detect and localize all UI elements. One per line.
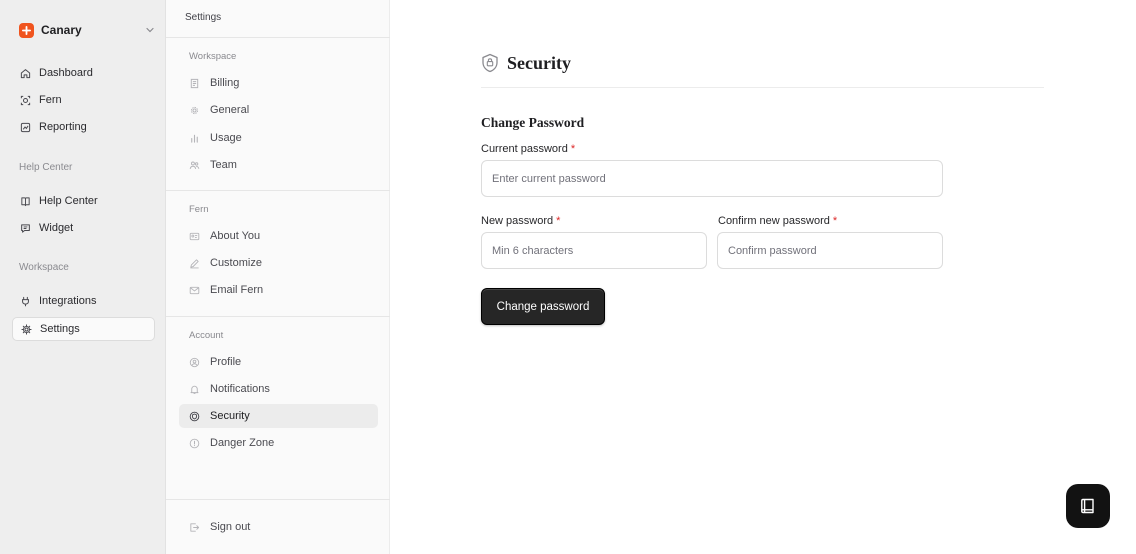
change-password-button[interactable]: Change password [481, 288, 605, 325]
settings-item-billing[interactable]: Billing [179, 71, 378, 95]
label-text: Confirm new password [718, 215, 830, 227]
log-out-icon [190, 522, 200, 532]
gear-icon [190, 106, 199, 114]
divider [166, 316, 390, 317]
main-content: Security Change Password Current passwor… [390, 0, 1136, 554]
app-sidebar: Canary Dashboard Fern Reporting Help Cen… [0, 0, 166, 554]
settings-item-about-you[interactable]: About You [179, 224, 378, 248]
confirm-password-input[interactable] [717, 232, 943, 269]
book-icon [21, 196, 30, 206]
pencil-icon [190, 258, 199, 268]
settings-title: Settings [185, 12, 222, 23]
required-marker: * [556, 215, 561, 227]
settings-item-customize[interactable]: Customize [179, 251, 378, 275]
section-title: Change Password [481, 115, 585, 130]
page-header: Security [481, 52, 1044, 88]
settings-item-notifications[interactable]: Notifications [179, 377, 378, 401]
divider [166, 37, 390, 38]
workspace-switcher[interactable]: Canary [19, 21, 155, 39]
settings-section-workspace: Workspace [189, 51, 237, 62]
nav-item-widget[interactable]: Widget [12, 216, 155, 240]
nav-item-help-center[interactable]: Help Center [12, 189, 155, 213]
receipt-icon [190, 78, 199, 88]
settings-item-team[interactable]: Team [179, 153, 378, 177]
scan-face-icon [20, 95, 31, 105]
divider [166, 190, 390, 191]
id-card-icon [189, 232, 200, 240]
settings-item-usage[interactable]: Usage [179, 126, 378, 150]
new-password-input[interactable] [481, 232, 707, 269]
nav-section-workspace: Workspace [19, 262, 69, 273]
settings-item-security[interactable]: Security [179, 404, 378, 428]
brand-name: Canary [41, 23, 82, 37]
nav-section-help-center: Help Center [19, 162, 73, 173]
current-password-input[interactable] [481, 160, 943, 197]
nav-item-fern[interactable]: Fern [12, 88, 155, 112]
canary-logo-icon [19, 22, 34, 38]
settings-sidebar: Settings Workspace Billing General Usage… [166, 0, 390, 554]
new-password-label: New password * [481, 215, 560, 227]
mail-icon [189, 286, 200, 294]
users-icon [189, 161, 200, 169]
page-title: Security [507, 53, 571, 73]
settings-item-email-fern[interactable]: Email Fern [179, 278, 378, 302]
chart-icon [20, 122, 31, 132]
home-icon [20, 68, 31, 78]
gear-icon [21, 323, 32, 335]
shield-icon [189, 411, 200, 421]
sign-out-button[interactable]: Sign out [179, 515, 378, 539]
label-text: Current password [481, 143, 568, 155]
notebook-icon [1081, 498, 1094, 514]
chat-icon [21, 223, 30, 233]
nav-item-settings[interactable]: Settings [12, 317, 155, 341]
bar-chart-icon [191, 134, 198, 143]
plug-icon [22, 296, 29, 306]
nav-item-reporting[interactable]: Reporting [12, 115, 155, 139]
alert-circle-icon [189, 438, 200, 448]
required-marker: * [832, 215, 838, 227]
required-marker: * [570, 143, 576, 155]
settings-item-general[interactable]: General [179, 98, 378, 122]
current-password-label: Current password * [481, 143, 575, 155]
shield-icon [482, 53, 498, 73]
label-text: New password [481, 215, 554, 227]
chevron-down-icon [146, 27, 154, 33]
nav-item-integrations[interactable]: Integrations [12, 289, 155, 313]
settings-section-fern: Fern [189, 204, 209, 215]
bell-icon [190, 385, 199, 394]
docs-button[interactable] [1066, 484, 1110, 528]
settings-item-profile[interactable]: Profile [179, 350, 378, 374]
settings-section-account: Account [189, 330, 224, 341]
nav-item-dashboard[interactable]: Dashboard [12, 61, 155, 85]
settings-item-danger-zone[interactable]: Danger Zone [179, 431, 378, 455]
user-circle-icon [189, 357, 200, 367]
divider [166, 499, 390, 500]
confirm-password-label: Confirm new password * [718, 215, 837, 227]
